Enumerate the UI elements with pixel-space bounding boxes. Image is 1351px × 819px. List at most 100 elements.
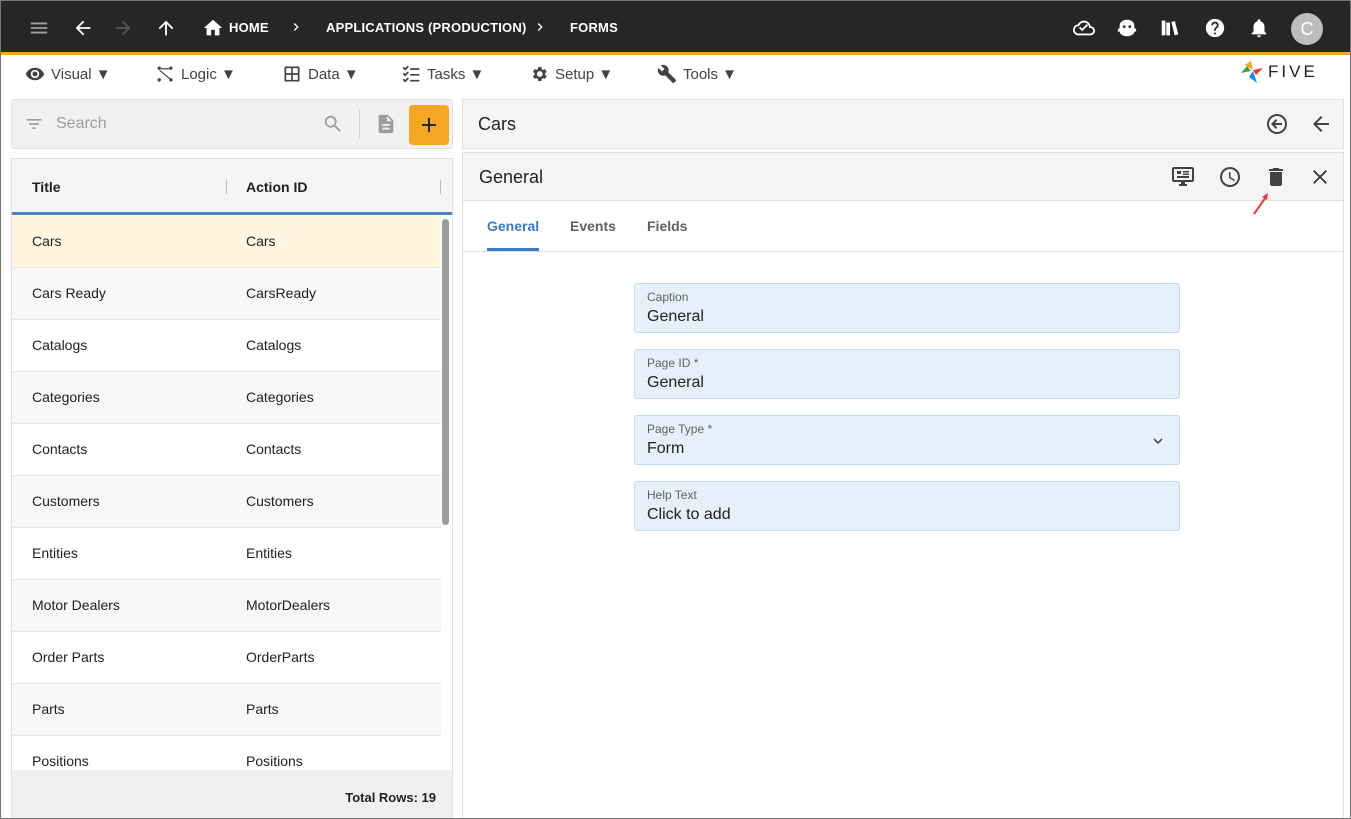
back-arrow-icon[interactable] [71, 16, 95, 40]
menu-bar: Visual ▼ Logic ▼ Data ▼ Tasks ▼ Setup ▼ … [1, 55, 1350, 93]
back-circle-icon[interactable] [1265, 112, 1289, 136]
notifications-bell-icon[interactable] [1247, 16, 1271, 40]
search-icon[interactable] [322, 113, 344, 135]
menu-setup[interactable]: Setup ▼ [529, 63, 613, 85]
delete-trash-icon[interactable] [1264, 165, 1288, 189]
breadcrumb-home[interactable]: HOME [229, 20, 269, 35]
table-row[interactable]: Categories Categories [12, 372, 441, 424]
search-input[interactable] [56, 112, 316, 136]
cell-title: Positions [32, 753, 89, 769]
page-id-value: General [647, 374, 704, 391]
list-header: Title Action ID [12, 159, 452, 215]
table-row[interactable]: Contacts Contacts [12, 424, 441, 476]
plus-icon [422, 118, 436, 132]
tools-icon [657, 64, 677, 84]
table-row[interactable]: Positions Positions [12, 736, 441, 770]
screen-preview-icon[interactable] [1171, 164, 1195, 188]
menu-tasks[interactable]: Tasks ▼ [401, 63, 484, 85]
history-clock-icon[interactable] [1218, 165, 1242, 189]
menu-logic[interactable]: Logic ▼ [155, 63, 236, 85]
cell-action-id: Categories [246, 389, 314, 405]
tab-general[interactable]: General [487, 218, 539, 234]
chevron-down-icon[interactable] [1149, 432, 1167, 450]
page-type-select[interactable]: Page Type * Form [634, 415, 1180, 465]
menu-tools[interactable]: Tools ▼ [657, 63, 737, 85]
table-row[interactable]: Motor Dealers MotorDealers [12, 580, 441, 632]
table-row[interactable]: Cars Cars [12, 216, 441, 268]
forms-list: Title Action ID Cars Cars Cars Ready Car… [11, 158, 453, 818]
cell-title: Entities [32, 545, 78, 561]
breadcrumb-applications[interactable]: APPLICATIONS (PRODUCTION) [326, 20, 526, 35]
tab-events[interactable]: Events [570, 218, 616, 234]
menu-data[interactable]: Data ▼ [282, 63, 359, 85]
active-tab-indicator [487, 248, 539, 251]
list-rows: Cars Cars Cars Ready CarsReady Catalogs … [12, 216, 441, 770]
five-logo-mark-icon [1241, 61, 1263, 83]
table-row[interactable]: Catalogs Catalogs [12, 320, 441, 372]
record-header: Cars [462, 99, 1344, 149]
cell-title: Parts [32, 701, 65, 717]
home-icon[interactable] [201, 16, 225, 40]
checklist-icon [402, 65, 420, 83]
table-row[interactable]: Order Parts OrderParts [12, 632, 441, 684]
cell-title: Motor Dealers [32, 597, 120, 613]
caption-field[interactable]: Caption General [634, 283, 1180, 333]
column-separator[interactable] [440, 180, 441, 194]
chatbot-icon[interactable] [1115, 16, 1139, 40]
list-footer: Total Rows: 19 [12, 770, 452, 818]
page-id-field[interactable]: Page ID * General [634, 349, 1180, 399]
form-panel: General General Events Fields Caption Ge… [462, 152, 1344, 818]
cell-title: Categories [32, 389, 100, 405]
five-logo: FIVE [1239, 59, 1318, 85]
cell-action-id: Catalogs [246, 337, 302, 353]
table-row[interactable]: Parts Parts [12, 684, 441, 736]
table-row[interactable]: Customers Customers [12, 476, 441, 528]
caption-label: Caption [647, 290, 689, 304]
list-scrollbar[interactable] [442, 219, 449, 525]
page-id-label: Page ID * [647, 356, 699, 370]
cell-title: Contacts [32, 441, 88, 457]
document-icon[interactable] [375, 112, 397, 136]
table-row[interactable]: Entities Entities [12, 528, 441, 580]
app-window: HOME APPLICATIONS (PRODUCTION) FORMS C V [0, 0, 1351, 819]
cell-action-id: MotorDealers [246, 597, 331, 613]
table-icon [284, 66, 300, 82]
column-header-action-id[interactable]: Action ID [246, 179, 307, 195]
record-title: Cars [478, 114, 517, 134]
page-type-label: Page Type * [647, 422, 713, 436]
search-bar [11, 99, 453, 149]
user-avatar[interactable]: C [1291, 13, 1323, 45]
logo-text: FIVE [1268, 62, 1318, 81]
up-arrow-icon[interactable] [154, 16, 178, 40]
back-arrow-icon[interactable] [1309, 112, 1333, 136]
add-button[interactable] [409, 105, 449, 145]
annotation-arrow-icon [1253, 193, 1268, 215]
library-books-icon[interactable] [1158, 16, 1182, 40]
filter-icon[interactable] [24, 114, 44, 134]
menu-visual[interactable]: Visual ▼ [25, 63, 111, 85]
tab-fields[interactable]: Fields [647, 218, 687, 234]
column-separator[interactable] [226, 180, 227, 194]
menu-tools-label: Tools ▼ [683, 65, 738, 83]
close-icon[interactable] [1308, 165, 1332, 189]
cell-action-id: Parts [246, 701, 279, 717]
column-header-title[interactable]: Title [32, 179, 61, 195]
help-icon[interactable] [1203, 16, 1227, 40]
cell-action-id: Cars [246, 233, 276, 249]
chevron-right-icon [532, 18, 548, 36]
forward-arrow-icon[interactable] [111, 16, 135, 40]
cell-title: Catalogs [32, 337, 88, 353]
cell-action-id: Entities [246, 545, 292, 561]
help-text-value: Click to add [647, 506, 731, 523]
hamburger-menu-icon[interactable] [27, 16, 51, 40]
breadcrumb-forms[interactable]: FORMS [570, 20, 618, 35]
table-row[interactable]: Cars Ready CarsReady [12, 268, 441, 320]
help-text-field[interactable]: Help Text Click to add [634, 481, 1180, 531]
page-type-value: Form [647, 440, 685, 457]
menu-logic-label: Logic ▼ [181, 65, 236, 83]
cloud-check-icon[interactable] [1072, 16, 1096, 40]
cell-action-id: OrderParts [246, 649, 315, 665]
search-divider [359, 110, 360, 138]
total-rows-count: Total Rows: 19 [345, 790, 436, 805]
menu-visual-label: Visual ▼ [51, 65, 111, 83]
